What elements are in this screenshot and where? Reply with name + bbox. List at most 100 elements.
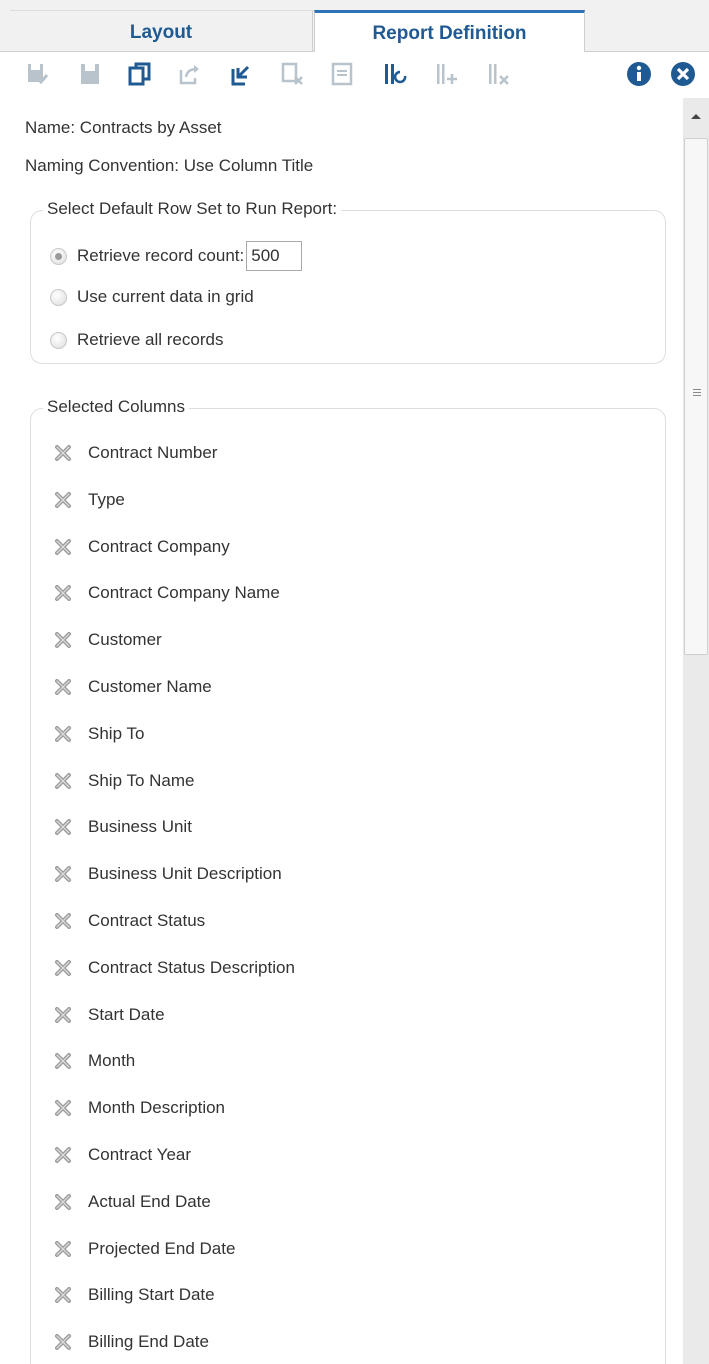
remove-x-icon <box>55 819 71 836</box>
remove-x-icon <box>55 1100 71 1117</box>
remove-x-icon <box>55 1006 71 1023</box>
remove-column-button[interactable] <box>52 676 74 698</box>
column-label: Business Unit <box>88 817 192 837</box>
remove-column-button[interactable] <box>52 1050 74 1072</box>
page-button[interactable] <box>327 58 357 90</box>
column-label: Contract Company Name <box>88 583 280 603</box>
vertical-scrollbar[interactable] <box>683 98 709 1364</box>
remove-column-button[interactable] <box>52 1097 74 1119</box>
column-item: Contract Year <box>52 1142 191 1168</box>
save-check-icon <box>28 64 49 85</box>
column-label: Contract Status <box>88 911 206 930</box>
column-add-button[interactable] <box>432 58 462 90</box>
column-item: Customer Name <box>52 674 212 700</box>
remove-x-icon <box>55 725 71 742</box>
close-icon <box>671 62 695 86</box>
remove-column-button[interactable] <box>52 1238 74 1260</box>
retrieve-count-option[interactable]: Retrieve record count: <box>50 241 303 271</box>
column-item: Contract Number <box>52 440 217 466</box>
remove-column-button[interactable] <box>52 489 74 511</box>
column-refresh-button[interactable] <box>380 58 410 90</box>
column-item: Contract Company Name <box>52 580 280 606</box>
remove-column-button[interactable] <box>52 1191 74 1213</box>
remove-x-icon <box>55 1147 71 1163</box>
column-item: Month <box>52 1048 135 1074</box>
remove-column-button[interactable] <box>52 910 74 932</box>
remove-x-icon <box>55 1193 71 1210</box>
column-item: Billing Start Date <box>52 1282 215 1308</box>
column-add-icon <box>437 64 457 84</box>
info-button[interactable] <box>624 58 654 90</box>
remove-x-icon <box>55 913 71 929</box>
remove-column-button[interactable] <box>52 442 74 464</box>
column-label: Start Date <box>88 1004 165 1024</box>
remove-x-icon <box>55 632 71 649</box>
column-label: Billing End Date <box>88 1332 209 1352</box>
close-button[interactable] <box>668 58 698 90</box>
retrieve-count-radio[interactable] <box>50 247 67 265</box>
remove-column-button[interactable] <box>52 957 74 979</box>
current-data-radio[interactable] <box>50 288 67 306</box>
selected-columns-legend: Selected Columns <box>43 397 189 417</box>
remove-column-button[interactable] <box>52 1004 74 1026</box>
all-records-label: Retrieve all records <box>77 330 224 349</box>
remove-column-button[interactable] <box>52 536 74 558</box>
record-count-input[interactable] <box>246 241 303 271</box>
share-button[interactable] <box>175 58 205 90</box>
remove-column-button[interactable] <box>52 1144 74 1166</box>
save-button[interactable] <box>75 58 105 90</box>
share-icon <box>179 65 199 85</box>
all-records-radio[interactable] <box>50 331 67 349</box>
remove-x-icon <box>55 1287 71 1304</box>
column-item: Month Description <box>52 1095 225 1121</box>
remove-x-icon <box>55 679 71 695</box>
save-icon <box>81 64 99 84</box>
delete-icon <box>281 62 303 85</box>
save-check-button[interactable] <box>23 58 53 90</box>
remove-column-button[interactable] <box>52 1331 74 1353</box>
scroll-up-button[interactable] <box>683 98 709 134</box>
remove-x-icon <box>55 585 71 602</box>
column-item: Business Unit <box>52 814 192 840</box>
scroll-thumb[interactable] <box>684 138 708 655</box>
scroll-grip-icon <box>693 389 701 398</box>
tab-layout[interactable]: Layout <box>10 10 313 51</box>
column-label: Contract Year <box>88 1145 192 1164</box>
column-refresh-icon <box>385 64 407 84</box>
column-remove-button[interactable] <box>484 58 514 90</box>
tab-report-definition[interactable]: Report Definition <box>314 10 585 53</box>
report-definition-panel: Name: Contracts by Asset Naming Conventi… <box>0 98 683 1364</box>
remove-column-button[interactable] <box>52 770 74 792</box>
all-records-option[interactable]: Retrieve all records <box>50 327 223 353</box>
column-label: Type <box>88 489 125 509</box>
remove-column-button[interactable] <box>52 1284 74 1306</box>
column-item: Ship To Name <box>52 768 194 794</box>
copy-button[interactable] <box>125 58 155 90</box>
column-item: Contract Status Description <box>52 955 295 981</box>
remove-column-button[interactable] <box>52 816 74 838</box>
column-item: Contract Status <box>52 908 205 934</box>
current-data-option[interactable]: Use current data in grid <box>50 284 254 310</box>
column-label: Actual End Date <box>88 1191 211 1211</box>
tab-bar: Layout Report Definition <box>0 0 709 53</box>
retrieve-count-label: Retrieve record count: <box>77 246 245 265</box>
row-set-legend: Select Default Row Set to Run Report: <box>43 199 342 219</box>
column-item: Actual End Date <box>52 1189 211 1215</box>
page-icon <box>331 62 353 86</box>
column-item: Business Unit Description <box>52 861 282 887</box>
delete-button[interactable] <box>277 58 307 90</box>
report-name: Name: Contracts by Asset <box>25 118 222 137</box>
column-label: Customer Name <box>88 677 212 696</box>
remove-x-icon <box>55 866 71 883</box>
column-label: Customer <box>88 630 162 650</box>
remove-x-icon <box>55 1053 71 1070</box>
remove-column-button[interactable] <box>52 629 74 651</box>
column-remove-icon <box>489 64 509 85</box>
export-button[interactable] <box>226 58 256 90</box>
remove-column-button[interactable] <box>52 723 74 745</box>
column-label: Business Unit Description <box>88 864 282 884</box>
column-label: Contract Company <box>88 536 230 556</box>
remove-column-button[interactable] <box>52 863 74 885</box>
column-item: Start Date <box>52 1002 165 1028</box>
remove-column-button[interactable] <box>52 582 74 604</box>
